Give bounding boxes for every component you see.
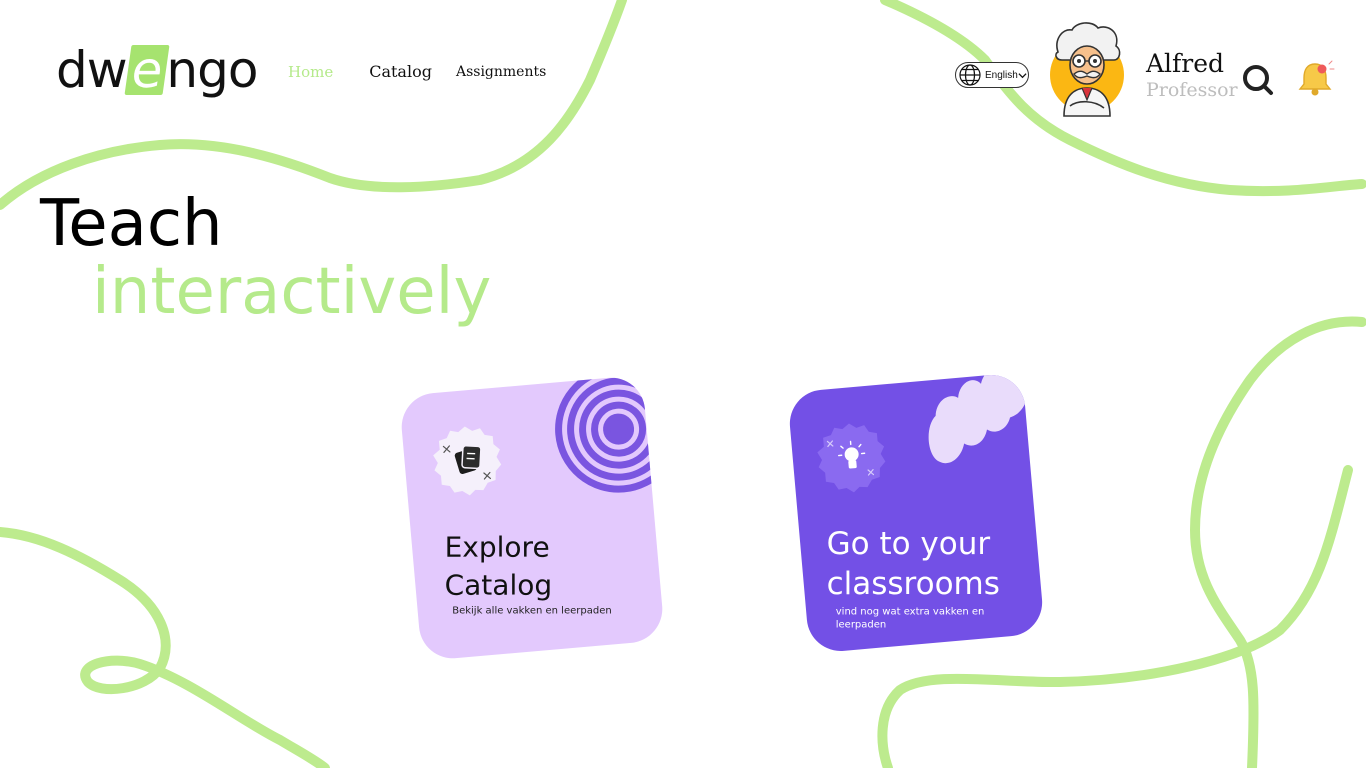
- explore-catalog-subtitle: Bekijk alle vakken en leerpaden: [452, 605, 612, 617]
- professor-avatar[interactable]: [1048, 20, 1128, 120]
- classrooms-title-line2: classrooms: [826, 565, 1000, 602]
- hero-line-interactively: interactively: [92, 255, 492, 329]
- lightbulb-icon: [817, 423, 886, 493]
- logo-text-start: dw: [56, 41, 128, 99]
- background-squiggles: [0, 0, 1366, 768]
- explore-catalog-title-line2: Catalog: [444, 568, 553, 602]
- chevron-down-icon: [1018, 72, 1027, 78]
- explore-catalog-card[interactable]: Explore Catalog Bekijk alle vakken en le…: [398, 374, 666, 662]
- classrooms-subtitle: vind nog wat extra vakken en leerpaden: [835, 606, 985, 631]
- concentric-rings-decoration: [555, 374, 663, 493]
- classrooms-card[interactable]: Go to your classrooms vind nog wat extra…: [787, 372, 1045, 654]
- dwengo-logo[interactable]: dw e ngo: [56, 40, 258, 100]
- main-nav: Home Catalog Assignments: [288, 62, 546, 81]
- page: dw e ngo Home Catalog Assignments English: [0, 0, 1366, 768]
- nav-home-link[interactable]: Home: [288, 63, 333, 81]
- logo-accent-letter: e: [124, 41, 169, 99]
- user-role: Professor: [1146, 79, 1238, 101]
- explore-catalog-title-line1: Explore: [444, 530, 550, 564]
- hero-line-teach: Teach: [40, 187, 223, 261]
- wavy-blob-decoration: [928, 372, 1028, 464]
- bell-icon[interactable]: [1293, 56, 1337, 100]
- explore-catalog-title: Explore Catalog: [445, 529, 553, 605]
- search-icon[interactable]: [1240, 62, 1274, 96]
- logo-text-end: ngo: [166, 41, 258, 99]
- language-selector[interactable]: English: [955, 62, 1029, 88]
- classrooms-title-line1: Go to your: [826, 525, 991, 562]
- classrooms-title: Go to your classrooms: [827, 524, 1000, 604]
- nav-assignments-link[interactable]: Assignments: [456, 64, 546, 80]
- globe-icon: [959, 64, 981, 86]
- language-label: English: [985, 69, 1018, 81]
- user-name: Alfred: [1146, 49, 1225, 78]
- nav-catalog-link[interactable]: Catalog: [369, 62, 432, 81]
- book-stack-icon: [433, 426, 502, 496]
